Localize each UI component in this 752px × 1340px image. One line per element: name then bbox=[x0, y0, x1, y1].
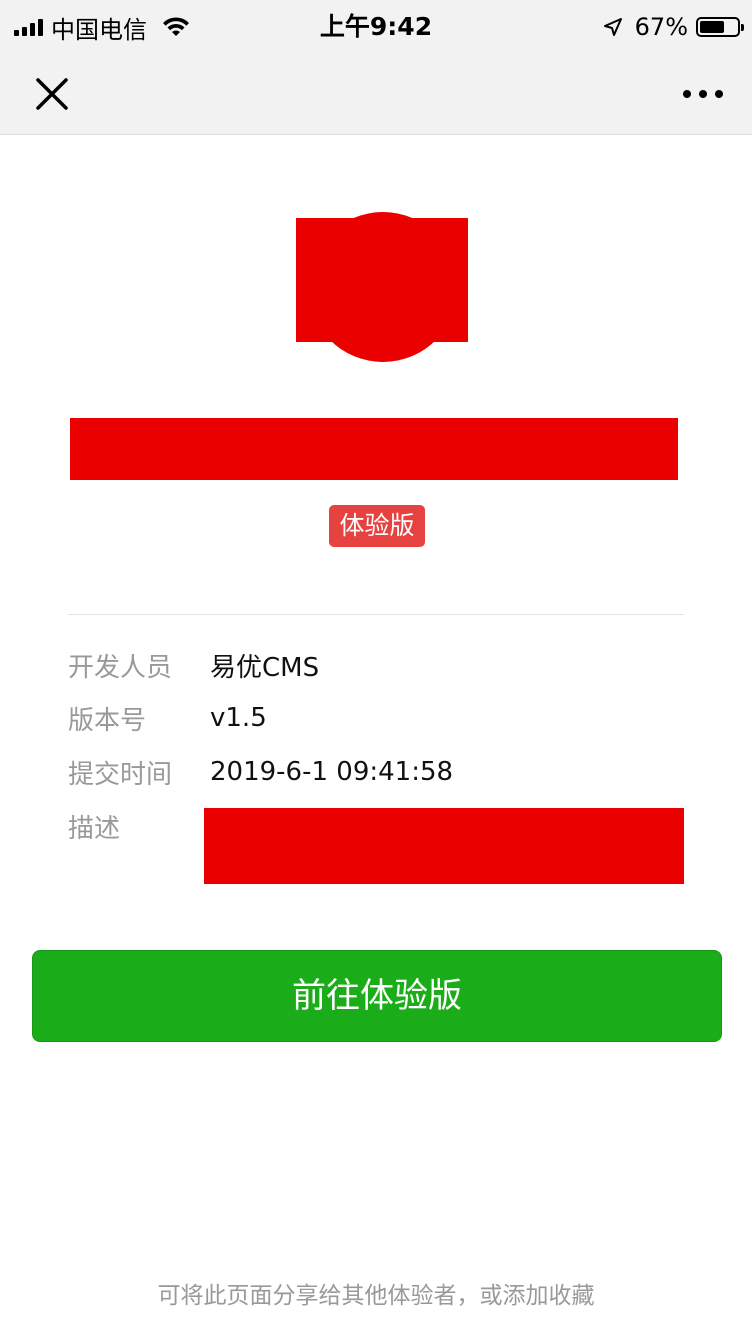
battery-percent: 67% bbox=[634, 13, 688, 41]
nav-bar bbox=[0, 54, 752, 135]
version-value: v1.5 bbox=[210, 703, 267, 733]
more-button[interactable] bbox=[676, 72, 730, 116]
info-row-version: 版本号 v1.5 bbox=[68, 698, 267, 738]
status-bar: 中国电信 上午9:42 67% bbox=[0, 0, 752, 54]
description-label: 描述 bbox=[68, 813, 121, 844]
submit-time-label: 提交时间 bbox=[68, 759, 173, 790]
info-row-developer: 开发人员 易优CMS bbox=[68, 645, 319, 685]
more-icon-dot bbox=[683, 90, 691, 98]
developer-label: 开发人员 bbox=[68, 652, 173, 683]
trial-version-badge: 体验版 bbox=[329, 505, 425, 547]
close-button[interactable] bbox=[30, 72, 74, 116]
more-icon-dot bbox=[715, 90, 723, 98]
app-icon-redaction-square bbox=[296, 218, 468, 342]
footer-tip: 可将此页面分享给其他体验者，或添加收藏 bbox=[157, 1283, 595, 1309]
app-name-redaction bbox=[70, 418, 678, 480]
go-to-trial-button[interactable]: 前往体验版 bbox=[32, 950, 722, 1042]
divider bbox=[68, 614, 684, 615]
location-arrow-icon bbox=[603, 18, 622, 36]
battery-fill bbox=[700, 21, 725, 33]
close-icon bbox=[36, 78, 68, 110]
battery-icon bbox=[696, 17, 744, 37]
submit-time-value: 2019-6-1 09:41:58 bbox=[210, 757, 454, 787]
more-icon-dot bbox=[699, 90, 707, 98]
info-row-submit-time: 提交时间 2019-6-1 09:41:58 bbox=[68, 752, 453, 792]
app-icon bbox=[296, 212, 468, 362]
description-redaction bbox=[204, 808, 684, 884]
version-label: 版本号 bbox=[68, 705, 147, 736]
developer-value: 易优CMS bbox=[210, 652, 320, 683]
info-row-description: 描述 bbox=[68, 806, 210, 846]
status-right: 67% bbox=[603, 12, 744, 42]
